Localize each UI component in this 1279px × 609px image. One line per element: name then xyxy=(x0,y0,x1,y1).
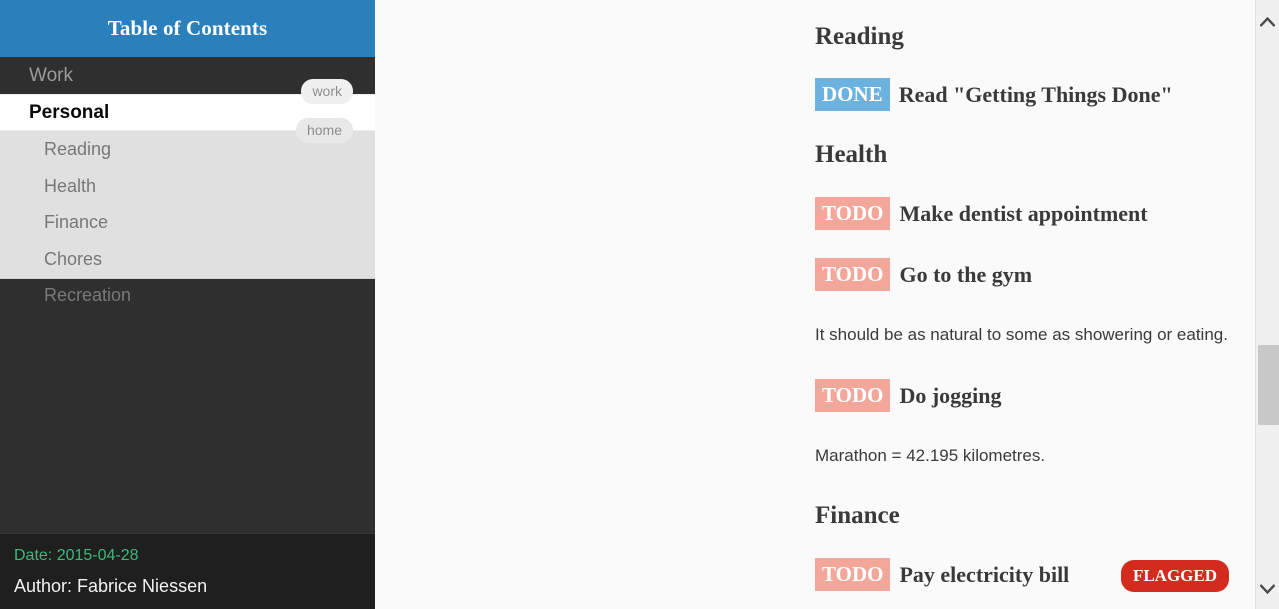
sidebar-item-reading-label: Reading xyxy=(44,139,112,160)
keyword-todo[interactable]: TODO xyxy=(815,197,891,230)
sidebar-footer: Date: 2015-04-28 Author: Fabrice Niessen xyxy=(0,533,375,609)
task-title: Make dentist appointment xyxy=(899,200,1148,226)
table-of-contents-sidebar: Table of Contents Work Personal work hom… xyxy=(0,0,375,609)
footer-author: Author: Fabrice Niessen xyxy=(14,576,208,596)
footer-date: Date: 2015-04-28 xyxy=(14,547,139,564)
keyword-todo[interactable]: TODO xyxy=(815,258,891,291)
document-body: Reading DONE Read "Getting Things Done" … xyxy=(375,0,1279,609)
sidebar-item-health-label: Health xyxy=(44,175,97,196)
keyword-done[interactable]: DONE xyxy=(815,78,890,111)
sidebar-item-chores-label: Chores xyxy=(44,248,103,269)
section-heading-health: Health xyxy=(815,141,888,168)
task-title: Go to the gym xyxy=(899,261,1033,287)
task-title: Read "Getting Things Done" xyxy=(898,81,1173,107)
main-content: Reading DONE Read "Getting Things Done" … xyxy=(375,0,1279,609)
status-badge-flagged[interactable]: FLAGGED xyxy=(1120,560,1229,592)
section-heading-reading: Reading xyxy=(815,23,904,50)
paragraph-marathon-note: Marathon = 42.195 kilometres. xyxy=(815,446,1046,465)
tag-pill-home[interactable]: home xyxy=(295,118,353,143)
chevron-up-icon[interactable] xyxy=(1256,10,1279,34)
sidebar-item-health[interactable]: Health xyxy=(0,168,375,205)
app-root: Table of Contents Work Personal work hom… xyxy=(0,0,1279,609)
sidebar-header: Table of Contents xyxy=(0,0,375,57)
paragraph-gym-note: It should be as natural to some as showe… xyxy=(815,325,1228,344)
keyword-todo[interactable]: TODO xyxy=(815,558,891,591)
sidebar-item-finance[interactable]: Finance xyxy=(0,204,375,241)
vertical-scrollbar[interactable] xyxy=(1255,0,1279,609)
task-go-to-the-gym[interactable]: TODO Go to the gym xyxy=(815,258,1032,291)
sidebar-item-finance-label: Finance xyxy=(44,212,109,233)
scrollbar-thumb[interactable] xyxy=(1258,345,1279,425)
task-title: Do jogging xyxy=(899,382,1002,408)
tag-pill-work[interactable]: work xyxy=(301,79,353,104)
task-title: Pay electricity bill xyxy=(899,561,1070,587)
sidebar-header-title: Table of Contents xyxy=(107,16,268,40)
sidebar-sublist: Reading Health Finance Chores Recreation xyxy=(0,131,375,304)
section-heading-finance: Finance xyxy=(815,502,900,529)
keyword-todo[interactable]: TODO xyxy=(815,379,891,412)
task-make-dentist-appointment[interactable]: TODO Make dentist appointment xyxy=(815,197,1148,230)
sidebar-item-chores[interactable]: Chores xyxy=(0,241,375,278)
sidebar-item-recreation[interactable]: Recreation xyxy=(0,277,375,314)
task-do-jogging[interactable]: TODO Do jogging xyxy=(815,379,1002,412)
task-read-getting-things-done[interactable]: DONE Read "Getting Things Done" xyxy=(815,78,1173,111)
sidebar-item-recreation-label: Recreation xyxy=(44,285,132,306)
task-pay-electricity-bill[interactable]: TODO Pay electricity bill xyxy=(815,558,1069,591)
chevron-down-icon[interactable] xyxy=(1256,577,1279,601)
